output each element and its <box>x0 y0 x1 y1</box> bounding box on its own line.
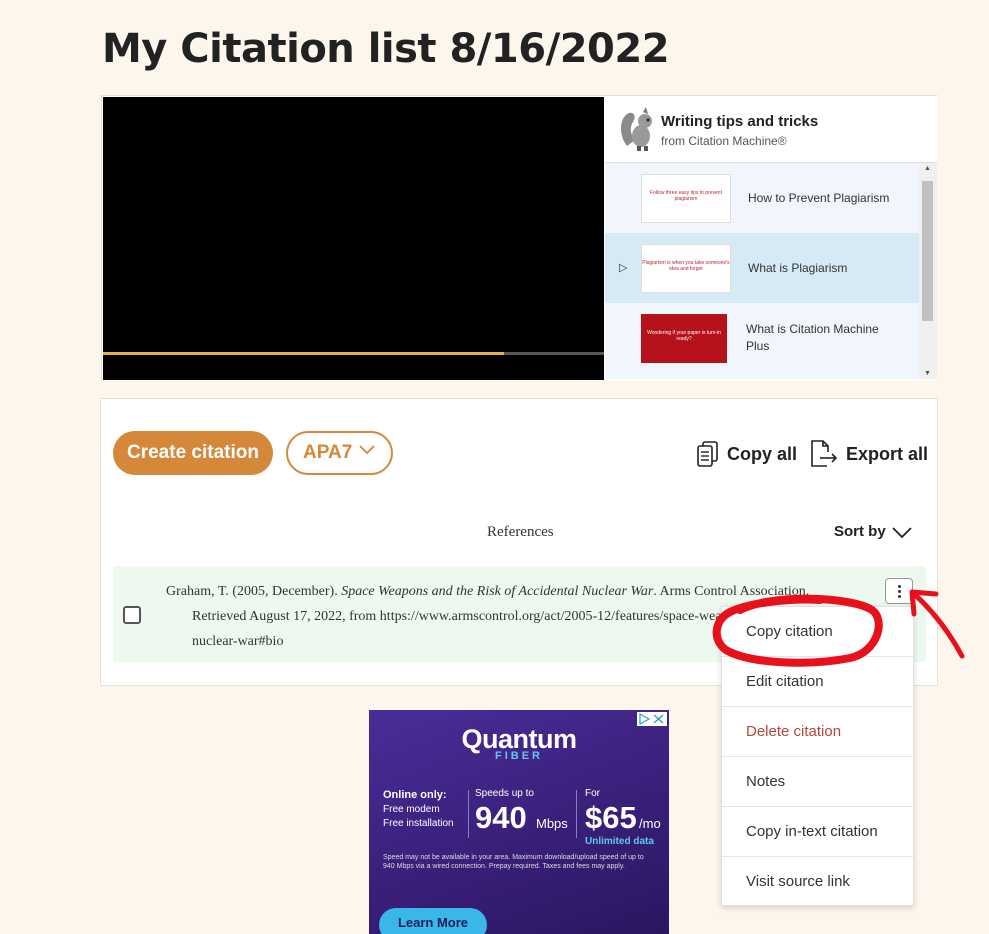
ad-price-label: For <box>585 788 600 799</box>
ad-fine-print: Speed may not be available in your area.… <box>383 854 644 870</box>
menu-item-copy-citation[interactable]: Copy citation <box>722 607 913 657</box>
ad-perk: Free installation <box>383 818 454 829</box>
playlist-item-label: How to Prevent Plagiarism <box>748 191 890 205</box>
menu-item-edit-citation[interactable]: Edit citation <box>722 657 913 707</box>
ad-perk: Free modem <box>383 804 440 815</box>
playlist-item[interactable]: Wondering if your paper is turn-in ready… <box>605 303 919 373</box>
menu-item-copy-in-text-citation[interactable]: Copy in-text citation <box>722 807 913 857</box>
video-player[interactable] <box>103 97 604 380</box>
citation-author-date: Graham, T. (2005, December). <box>166 584 342 599</box>
playlist-item[interactable]: ▷ Plagiarism is when you take someone's … <box>605 233 919 303</box>
citation-style-dropdown[interactable]: APA7 <box>286 431 393 475</box>
kebab-dot <box>898 585 901 588</box>
video-widget: Writing tips and tricks from Citation Ma… <box>101 95 937 380</box>
scroll-up-icon[interactable]: ▲ <box>924 165 931 172</box>
ad-price: $65 <box>585 800 637 835</box>
playlist-item-label: What is Citation Machine Plus <box>746 322 879 353</box>
create-citation-button[interactable]: Create citation <box>113 431 273 475</box>
citation-line: Graham, T. (2005, December). Space Weapo… <box>166 579 856 604</box>
menu-item-delete-citation[interactable]: Delete citation <box>722 707 913 757</box>
export-all-label: Export all <box>846 443 929 464</box>
playlist-subtitle: from Citation Machine® <box>661 134 787 148</box>
page-title: My Citation list 8/16/2022 <box>102 26 670 72</box>
kebab-dot <box>898 590 901 593</box>
kebab-dot <box>898 595 901 598</box>
playlist-scrollbar[interactable]: ▲ ▼ <box>919 163 937 379</box>
citation-options-menu: Copy citation Edit citation Delete citat… <box>721 606 914 906</box>
sort-by-dropdown[interactable]: Sort by <box>834 523 912 540</box>
ad-online-only: Online only: <box>383 789 447 801</box>
citation-style-label: APA7 <box>303 442 353 463</box>
playlist-item-label: What is Plagiarism <box>748 261 848 275</box>
squirrel-logo-icon <box>621 107 652 151</box>
ad-speed-unit: Mbps <box>536 816 568 831</box>
ad-price-unit: /mo <box>639 816 661 831</box>
citation-publisher: . Arms Control Association. <box>653 584 810 599</box>
ad-divider <box>576 790 577 838</box>
copy-all-button[interactable]: Copy all <box>697 439 797 469</box>
chevron-down-icon <box>892 526 912 538</box>
ad-divider <box>468 790 469 838</box>
video-progress-bar[interactable] <box>103 352 604 355</box>
video-thumbnail: Wondering if your paper is turn-in ready… <box>641 314 727 363</box>
scroll-down-icon[interactable]: ▼ <box>924 370 931 377</box>
playlist-header: Writing tips and tricks from Citation Ma… <box>605 96 937 163</box>
video-playlist: Writing tips and tricks from Citation Ma… <box>605 96 937 380</box>
ad-brand-sub: FIBER <box>495 750 543 762</box>
chevron-down-icon <box>359 445 375 455</box>
advertisement[interactable]: Quantum FIBER Online only: Free modem Fr… <box>369 710 669 934</box>
menu-item-notes[interactable]: Notes <box>722 757 913 807</box>
copy-all-label: Copy all <box>727 443 798 464</box>
copy-icon <box>697 441 718 467</box>
scrollbar-thumb[interactable] <box>922 181 933 321</box>
video-thumbnail: Plagiarism is when you take someone's id… <box>641 244 731 293</box>
references-heading: References <box>487 524 554 540</box>
ad-perks: Online only: Free modem Free installatio… <box>383 788 454 831</box>
playlist-items: Follow three easy tips to prevent plagia… <box>605 163 919 379</box>
menu-item-visit-source-link[interactable]: Visit source link <box>722 857 913 907</box>
ad-speed: 940 <box>475 800 527 835</box>
export-icon <box>811 440 838 467</box>
citation-checkbox[interactable] <box>123 606 141 624</box>
ad-learn-more-button[interactable]: Learn More <box>379 908 487 934</box>
playlist-title: Writing tips and tricks <box>661 113 819 130</box>
play-icon: ▷ <box>619 262 628 274</box>
video-progress-fill <box>103 352 504 355</box>
playlist-item[interactable]: Follow three easy tips to prevent plagia… <box>605 163 919 233</box>
sort-by-label: Sort by <box>834 523 886 540</box>
export-all-button[interactable]: Export all <box>810 439 928 469</box>
more-options-button[interactable] <box>885 578 913 604</box>
citation-title: Space Weapons and the Risk of Accidental… <box>341 584 654 599</box>
video-thumbnail: Follow three easy tips to prevent plagia… <box>641 174 731 223</box>
ad-speed-label: Speeds up to <box>475 788 534 799</box>
ad-unlimited: Unlimited data <box>585 836 654 847</box>
